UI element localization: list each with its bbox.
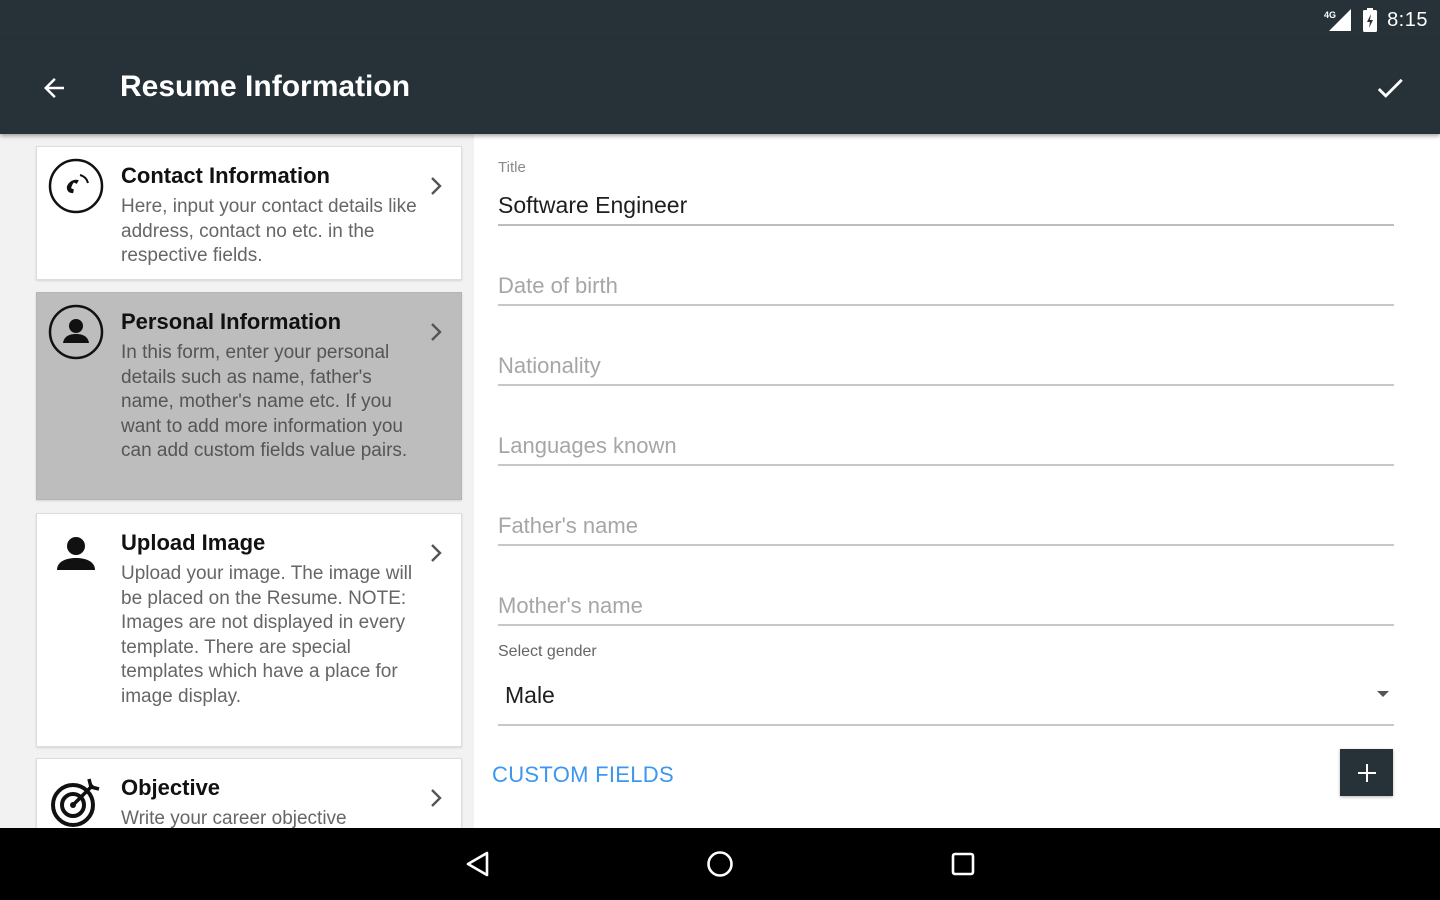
section-title: Contact Information: [121, 163, 330, 188]
gender-value: Male: [505, 682, 555, 708]
phone-icon: [48, 158, 104, 214]
mothers-name-field[interactable]: Mother's name: [498, 588, 1394, 626]
section-description: In this form, enter your personal detail…: [121, 342, 408, 461]
section-title: Objective: [121, 775, 221, 800]
fathers-name-placeholder: Father's name: [498, 513, 638, 538]
section-title: Upload Image: [121, 530, 266, 555]
section-description: Here, input your contact details like ad…: [121, 196, 417, 266]
title-field[interactable]: Software Engineer: [498, 186, 1394, 226]
chevron-right-icon: [431, 177, 442, 195]
status-bar: 4G 8:15: [0, 0, 1440, 40]
fathers-name-field[interactable]: Father's name: [498, 508, 1394, 546]
add-custom-field-button[interactable]: [1340, 749, 1393, 796]
section-title: Personal Information: [121, 309, 342, 334]
nav-back-icon: [466, 851, 489, 877]
navigation-bar: [0, 828, 1440, 900]
gender-select[interactable]: Male: [498, 670, 1394, 726]
nav-recents-button[interactable]: [939, 840, 987, 888]
app-bar: Resume Information: [0, 40, 1440, 134]
section-card-personal[interactable]: Personal Information In this form, enter…: [36, 292, 462, 500]
chevron-right-icon: [431, 544, 442, 562]
section-card-upload-image[interactable]: Upload Image Upload your image. The imag…: [36, 513, 462, 747]
chevron-right-icon: [431, 789, 442, 807]
nav-recents-icon: [951, 852, 975, 876]
person-circle-icon: [48, 304, 104, 360]
section-card-objective[interactable]: Objective Write your career objective: [36, 758, 462, 828]
save-button[interactable]: [1362, 60, 1418, 116]
nav-back-button[interactable]: [454, 840, 502, 888]
plus-icon: [1357, 763, 1376, 782]
battery-icon: [1363, 8, 1378, 32]
languages-known-field[interactable]: Languages known: [498, 428, 1394, 466]
title-value: Software Engineer: [498, 192, 688, 218]
chevron-right-icon: [431, 323, 442, 341]
sections-panel: Contact Information Here, input your con…: [0, 134, 474, 828]
date-of-birth-field[interactable]: Date of birth: [498, 268, 1394, 306]
personal-info-form: Title Software Engineer Date of birth Na…: [474, 134, 1440, 828]
nav-home-button[interactable]: [696, 840, 744, 888]
languages-known-placeholder: Languages known: [498, 433, 677, 458]
section-description: Write your career objective: [121, 808, 347, 828]
section-card-contact[interactable]: Contact Information Here, input your con…: [36, 146, 462, 280]
check-icon: [1377, 78, 1403, 98]
dropdown-arrow-icon: [1377, 691, 1389, 697]
back-button[interactable]: [28, 62, 80, 114]
arrow-back-icon: [44, 78, 64, 98]
section-description: Upload your image. The image will be pla…: [121, 563, 413, 707]
signal-4g-icon: 4G: [1324, 9, 1352, 31]
svg-text:4G: 4G: [1324, 10, 1336, 20]
date-of-birth-placeholder: Date of birth: [498, 273, 618, 298]
target-icon: [51, 778, 100, 827]
custom-fields-button[interactable]: CUSTOM FIELDS: [492, 762, 674, 788]
page-title: Resume Information: [120, 70, 411, 103]
nav-home-icon: [707, 851, 733, 877]
mothers-name-placeholder: Mother's name: [498, 593, 643, 618]
status-icons: 4G 8:15: [1323, 6, 1428, 34]
nationality-placeholder: Nationality: [498, 353, 601, 378]
nationality-field[interactable]: Nationality: [498, 348, 1394, 386]
title-label: Title: [498, 159, 526, 176]
status-time: 8:15: [1387, 8, 1428, 31]
gender-label: Select gender: [498, 643, 597, 660]
person-icon: [57, 537, 95, 570]
